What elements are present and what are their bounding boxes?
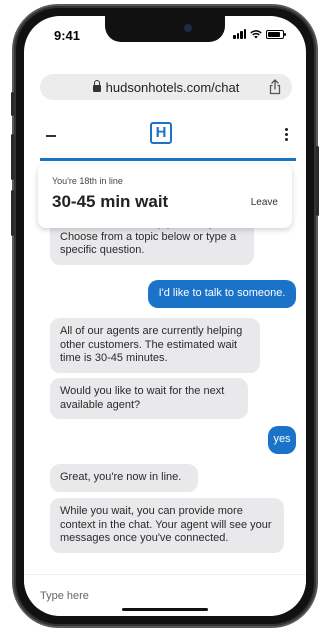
more-options-icon[interactable] — [285, 128, 288, 143]
message-user: yes — [268, 426, 296, 454]
signal-icon — [233, 29, 246, 39]
status-time: 9:41 — [54, 28, 81, 43]
volume-up-button — [11, 134, 14, 180]
message-bot: While you wait, you can provide more con… — [50, 498, 284, 553]
queue-wait-time: 30-45 min wait — [52, 192, 169, 211]
message-input[interactable] — [38, 585, 282, 607]
wifi-icon — [250, 30, 262, 39]
address-bar[interactable]: hudsonhotels.com/chat — [40, 74, 292, 100]
minimize-icon[interactable] — [46, 135, 56, 137]
phone-screen: 9:41 hudsonhotels.com/chat H You're 18th… — [24, 16, 306, 616]
message-bot: All of our agents are currently helping … — [50, 318, 260, 373]
queue-progress-bar — [40, 158, 296, 161]
phone-frame: 9:41 hudsonhotels.com/chat H You're 18th… — [11, 6, 319, 626]
leave-button[interactable]: Leave — [251, 197, 278, 208]
camera-icon — [184, 24, 192, 32]
chat-transcript[interactable]: Hello! How can I help you today? Choose … — [24, 206, 306, 566]
message-bot: Great, you're now in line. — [50, 464, 198, 492]
power-button — [316, 146, 319, 216]
message-user: I'd like to talk to someone. — [148, 280, 296, 308]
queue-progress-fill — [40, 158, 296, 161]
hotel-logo: H — [150, 122, 172, 144]
home-indicator[interactable] — [122, 608, 208, 611]
volume-down-button — [11, 190, 14, 236]
notch — [105, 16, 225, 42]
share-icon[interactable] — [268, 79, 282, 95]
battery-icon — [266, 29, 286, 39]
url-display[interactable]: hudsonhotels.com/chat — [40, 80, 292, 95]
queue-position: You're 18th in line — [52, 176, 123, 186]
mute-switch — [11, 92, 14, 116]
url-text: hudsonhotels.com/chat — [105, 80, 240, 95]
message-bot: Would you like to wait for the next avai… — [50, 378, 248, 419]
lock-icon — [92, 80, 101, 92]
status-icons — [233, 29, 286, 39]
queue-status-card: You're 18th in line 30-45 min wait Leave — [38, 164, 292, 228]
chat-header: H — [24, 112, 306, 158]
